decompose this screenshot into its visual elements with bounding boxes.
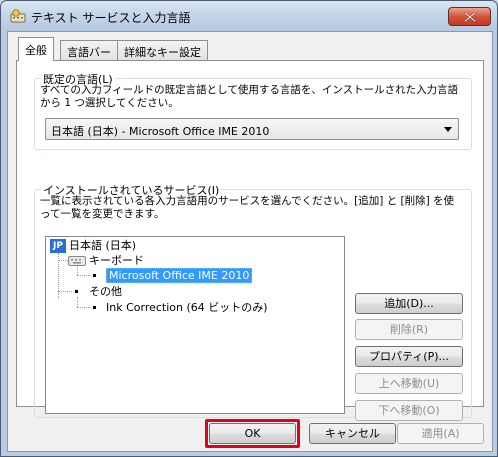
installed-services-group: インストールされているサービス(I) 一覧に表示されている各入力言語用のサービス… xyxy=(34,182,472,421)
tree-item-other-group[interactable]: その他 xyxy=(89,284,122,299)
bullet-icon xyxy=(93,306,96,309)
tab-advanced-key-settings[interactable]: 詳細なキー設定 xyxy=(117,40,208,60)
bullet-icon xyxy=(75,290,78,293)
tab-language-bar-label: 言語バー xyxy=(67,46,111,59)
title-bar[interactable]: テキスト サービスと入力言語 xyxy=(1,1,497,31)
move-down-button[interactable]: 下へ移動(O) xyxy=(355,400,463,421)
keyboard-icon xyxy=(68,256,86,266)
tab-advanced-key-settings-label: 詳細なキー設定 xyxy=(124,46,201,59)
apply-button[interactable]: 適用(A) xyxy=(397,423,484,444)
close-button[interactable] xyxy=(448,7,491,26)
properties-button[interactable]: プロパティ(P)... xyxy=(355,346,463,367)
tree-item-ime-2010-label: Microsoft Office IME 2010 xyxy=(106,268,253,283)
default-language-description-line2: から 1 つ選択してください。 xyxy=(40,97,179,109)
installed-services-description-line2: って一覧を変更できます。 xyxy=(40,208,165,220)
tree-connector xyxy=(77,307,91,308)
chevron-down-icon[interactable] xyxy=(444,127,452,132)
bullet-icon xyxy=(93,274,96,277)
tree-item-ink-correction[interactable]: Ink Correction (64 ビットのみ) xyxy=(106,300,268,315)
dialog-window: テキスト サービスと入力言語 全般 言語バー 詳細なキー設定 既定の言語(L) … xyxy=(0,0,498,457)
tab-panel-general: 既定の言語(L) すべての入力フィールドの既定言語として使用する言語を、インスト… xyxy=(16,60,484,421)
tree-item-keyboard-group[interactable]: キーボード xyxy=(89,253,144,268)
window-title: テキスト サービスと入力言語 xyxy=(31,11,191,25)
default-language-description-line1: すべての入力フィールドの既定言語として使用する言語を、インストールされた入力言語 xyxy=(40,84,459,96)
tree-item-language[interactable]: 日本語 (日本) xyxy=(69,238,136,253)
tree-connector xyxy=(77,266,78,275)
language-badge: JP xyxy=(50,239,66,253)
keyboard-language-icon xyxy=(10,9,26,23)
tab-language-bar[interactable]: 言語バー xyxy=(60,40,118,60)
tree-connector xyxy=(58,260,68,261)
tree-connector xyxy=(77,275,91,276)
tree-item-ime-2010[interactable]: Microsoft Office IME 2010 xyxy=(106,268,253,283)
default-language-selected-value: 日本語 (日本) - Microsoft Office IME 2010 xyxy=(51,125,270,138)
default-language-group: 既定の言語(L) すべての入力フィールドの既定言語として使用する言語を、インスト… xyxy=(34,71,472,150)
tab-general-label: 全般 xyxy=(25,44,47,57)
services-tree[interactable]: JP 日本語 (日本) キーボード Microsoft Office IME 2… xyxy=(45,236,345,414)
dialog-client-area: 全般 言語バー 詳細なキー設定 既定の言語(L) すべての入力フィールドの既定言… xyxy=(7,31,493,452)
installed-services-description-line1: 一覧に表示されている各入力言語用のサービスを選んでください。[追加] と [削除… xyxy=(40,195,455,207)
ok-button-highlight xyxy=(205,419,300,448)
remove-button[interactable]: 削除(R) xyxy=(355,319,463,340)
default-language-select[interactable]: 日本語 (日本) - Microsoft Office IME 2010 xyxy=(45,118,459,140)
move-up-button[interactable]: 上へ移動(U) xyxy=(355,373,463,394)
add-button[interactable]: 追加(D)... xyxy=(355,293,463,314)
tab-general[interactable]: 全般 xyxy=(18,37,54,61)
close-icon xyxy=(464,12,476,22)
cancel-button[interactable]: キャンセル xyxy=(309,423,396,444)
tree-connector xyxy=(58,291,72,292)
tree-connector xyxy=(77,297,78,307)
